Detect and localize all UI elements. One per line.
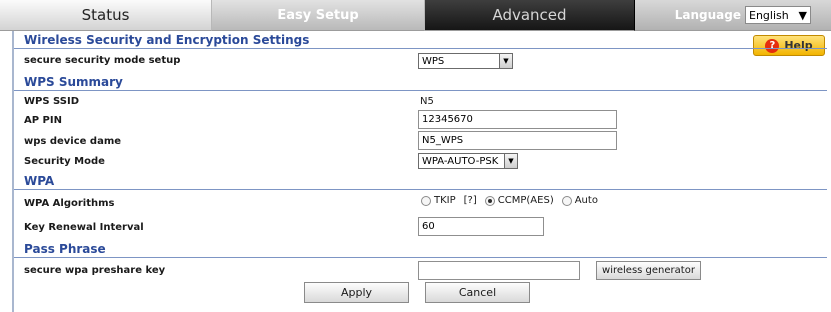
language-select[interactable]: English ▼ [745,6,811,24]
wpa-algorithms-group: TKIP [?] CCMP(AES) Auto [421,195,606,206]
key-renewal-field[interactable]: 60 [418,217,544,236]
top-nav: Status Easy Setup Advanced Language Engl… [0,0,831,31]
tab-status[interactable]: Status [0,0,212,31]
section-pass-phrase: Pass Phrase [14,241,827,258]
security-mode-label: Security Mode [24,156,105,167]
radio-ccmp[interactable] [484,195,495,206]
radio-ccmp-label: CCMP(AES) [497,195,554,206]
chevron-down-icon: ▼ [504,154,517,168]
section-wps-summary: WPS Summary [14,74,827,91]
tab-advanced[interactable]: Advanced [425,0,635,31]
secure-mode-label: secure security mode setup [24,55,181,66]
security-mode-select[interactable]: WPA-AUTO-PSK ▼ [418,153,518,169]
language-label: Language [674,8,741,22]
language-value: English [749,8,789,22]
device-name-label: wps device dame [24,136,122,147]
section-wireless-security: Wireless Security and Encryption Setting… [14,32,827,49]
section-title-pass: Pass Phrase [24,242,106,256]
chevron-down-icon: ▼ [499,54,512,68]
secure-mode-value: WPS [422,55,445,67]
preshare-key-label: secure wpa preshare key [24,265,166,276]
chevron-down-icon: ▼ [798,8,807,22]
tab-easy-setup[interactable]: Easy Setup [212,0,425,31]
preshare-key-field[interactable] [418,261,580,280]
device-name-field[interactable]: N5_WPS [418,131,617,150]
radio-auto-label: Auto [574,195,598,206]
wps-ssid-label: WPS SSID [24,96,80,107]
secure-mode-select[interactable]: WPS ▼ [418,53,513,69]
wpa-algorithms-label: WPA Algorithms [24,198,115,209]
section-title-wireless: Wireless Security and Encryption Setting… [24,33,310,47]
radio-tkip[interactable] [421,195,431,206]
tab-advanced-label: Advanced [492,6,567,24]
radio-tkip-label: TKIP [434,195,456,206]
radio-auto[interactable] [561,195,572,206]
tkip-help-link[interactable]: [?] [464,195,477,206]
apply-button[interactable]: Apply [304,282,409,303]
section-wpa: WPA [14,173,827,190]
security-mode-value: WPA-AUTO-PSK [422,155,499,167]
language-area: Language English ▼ [635,0,831,31]
wps-ssid-value: N5 [420,96,434,107]
ap-pin-label: AP PIN [24,115,62,126]
key-renewal-label: Key Renewal Interval [24,222,144,233]
ap-pin-field[interactable]: 12345670 [418,110,617,129]
cancel-button[interactable]: Cancel [425,282,530,303]
section-title-wps: WPS Summary [24,75,123,89]
wireless-generator-button[interactable]: wireless generator [596,261,701,280]
section-title-wpa: WPA [24,174,55,188]
